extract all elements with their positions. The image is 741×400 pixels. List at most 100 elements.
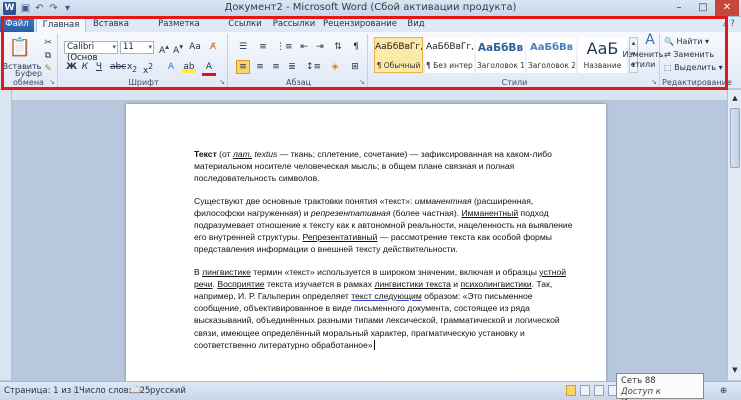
shrink-font-icon[interactable]: A▾ [172,41,184,57]
style-normal-preview: АаБбВвГг, [375,42,422,52]
document-page[interactable]: Текст (от лат. textus — ткань; сплетение… [126,104,606,384]
tab-file[interactable]: Файл [0,17,34,32]
font-name-combo[interactable]: Calibri (Основ ▾ [64,41,118,63]
link-immanent[interactable]: Имманентный [461,208,518,218]
paragraph-2: Существуют две основные трактовки поняти… [194,195,574,256]
copy-icon[interactable]: ⧉ [42,50,54,62]
tab-page-layout[interactable]: Разметка страницы [136,17,222,44]
decrease-indent-icon[interactable]: ⇤ [298,41,310,53]
style-title-label: Название [583,61,622,70]
style-heading-2[interactable]: АаБбВв Заголовок 2 [527,37,576,73]
status-page[interactable]: Страница: 1 из 1 [4,386,79,396]
tab-review[interactable]: Рецензирование [322,17,398,32]
link-representative[interactable]: Репрезентативный [303,232,378,242]
term-bold: Текст [194,149,217,159]
select-button[interactable]: ⬚ Выделить ▾ [664,62,726,74]
scroll-up-icon[interactable]: ▲ [730,92,740,104]
replace-label: Заменить [673,50,715,59]
align-left-button[interactable]: ≡ [236,60,250,74]
line-spacing-icon[interactable]: ↕≡ [306,61,321,73]
vertical-scrollbar[interactable]: ▲ ▼ [727,90,741,380]
horizontal-ruler[interactable] [0,90,741,101]
text-effects-icon[interactable]: A [164,61,178,73]
numbering-icon[interactable]: ≡ [256,41,270,53]
grammar-flagged-text[interactable]: текст следующим [351,291,422,301]
style-heading-2-preview: АаБбВв [529,42,574,53]
justify-button[interactable]: ≣ [286,61,298,73]
status-language[interactable]: русский [150,386,186,396]
tab-references[interactable]: Ссылки [224,17,266,32]
paragraph-3: В лингвистике термин «текст» используетс… [194,266,574,351]
text-run: (более частная). [390,207,462,218]
style-normal-label: ¶ Обычный [376,61,421,70]
document-body[interactable]: Текст (от лат. textus — ткань; сплетение… [194,148,574,361]
align-center-button[interactable]: ≡ [254,61,266,73]
proofing-icon[interactable]: 📖 [130,386,141,396]
font-size-combo[interactable]: 11 ▾ [120,41,154,54]
link-text-linguistics[interactable]: лингвистики текста [374,279,450,289]
style-heading-1-preview: АаБбВв [477,42,524,54]
styles-launcher-icon[interactable]: ↘ [651,78,657,86]
minimize-button[interactable]: – [667,0,691,16]
grow-font-icon[interactable]: A▴ [158,41,170,57]
link-linguistics[interactable]: лингвистике [202,267,251,277]
zoom-slider-icon[interactable]: ⊕ [720,386,727,396]
superscript-button[interactable]: x2 [142,61,154,77]
strikethrough-button[interactable]: abc [110,61,126,73]
italic-button[interactable]: К [80,61,90,73]
ribbon-minimize-and-help-icons[interactable]: ▵ ? [723,19,735,29]
subscript-button[interactable]: x2 [126,61,138,76]
tab-home[interactable]: Главная [36,17,86,32]
style-heading-1[interactable]: АаБбВв Заголовок 1 [476,37,525,73]
font-size-value: 11 [123,42,134,52]
close-button[interactable]: ✕ [715,0,739,16]
font-launcher-icon[interactable]: ↘ [219,78,225,86]
sort-icon[interactable]: ⇅ [332,41,344,53]
borders-icon[interactable]: ⊞ [348,61,362,73]
highlight-color-icon[interactable]: ab [182,61,196,73]
scroll-down-icon[interactable]: ▼ [730,364,740,376]
align-right-button[interactable]: ≡ [270,61,282,73]
link-perception[interactable]: Восприятие [217,279,264,289]
tab-view[interactable]: Вид [400,17,432,32]
change-case-icon[interactable]: Aa [188,41,202,53]
change-styles-button[interactable]: Изменить стили [620,50,666,70]
paste-icon[interactable]: 📋 [8,36,32,60]
clear-formatting-icon[interactable]: A̸ [206,41,220,53]
chevron-down-icon: ▾ [112,43,116,51]
show-formatting-marks-icon[interactable]: ¶ [350,41,362,53]
change-styles-icon[interactable]: A [638,33,662,50]
style-normal[interactable]: АаБбВвГг, ¶ Обычный [374,37,423,73]
bold-button[interactable]: Ж [66,61,77,73]
window-title: Документ2 - Microsoft Word (Сбой активац… [224,2,517,13]
maximize-button[interactable]: □ [691,0,715,16]
chevron-down-icon: ▾ [148,43,152,51]
group-paragraph: ☰ ≡ ⋮≡ ⇤ ⇥ ⇅ ¶ ≡ ≡ ≡ ≣ ↕≡ ◈ ⊞ Абзац ↘ [230,34,368,87]
style-no-spacing[interactable]: АаБбВвГг, ¶ Без интер... [425,37,474,73]
cut-icon[interactable]: ✂ [42,37,54,49]
tooltip-subtitle: Доступ к Интернету [621,387,669,400]
editing-group-label: Редактирование [662,78,732,87]
print-layout-view-button[interactable] [566,385,576,396]
find-button[interactable]: 🔍 Найти ▾ [664,36,726,48]
bullets-icon[interactable]: ☰ [236,41,250,53]
style-no-spacing-label: ¶ Без интер... [426,61,473,70]
scrollbar-thumb[interactable] [730,108,740,168]
font-color-icon[interactable]: A [202,61,216,76]
underline-button[interactable]: Ч [94,61,104,73]
tab-mailings[interactable]: Рассылки [268,17,320,32]
vertical-ruler[interactable] [0,90,12,380]
shading-icon[interactable]: ◈ [328,61,342,73]
group-font: Calibri (Основ ▾ 11 ▾ A▴ A▾ Aa A̸ Ж К Ч ab… [60,34,228,87]
link-psycholinguistics[interactable]: психолингвистики [460,279,531,289]
web-layout-view-button[interactable] [594,385,604,396]
multilevel-list-icon[interactable]: ⋮≡ [276,41,293,53]
clipboard-launcher-icon[interactable]: ↘ [49,78,55,86]
replace-button[interactable]: ⇄ Заменить [664,49,726,61]
style-title-preview: АаБ [586,39,619,58]
paragraph-launcher-icon[interactable]: ↘ [359,78,365,86]
tab-insert[interactable]: Вставка [88,17,134,32]
link-lat[interactable]: лат. [233,149,252,159]
full-screen-view-button[interactable] [580,385,590,396]
increase-indent-icon[interactable]: ⇥ [314,41,326,53]
